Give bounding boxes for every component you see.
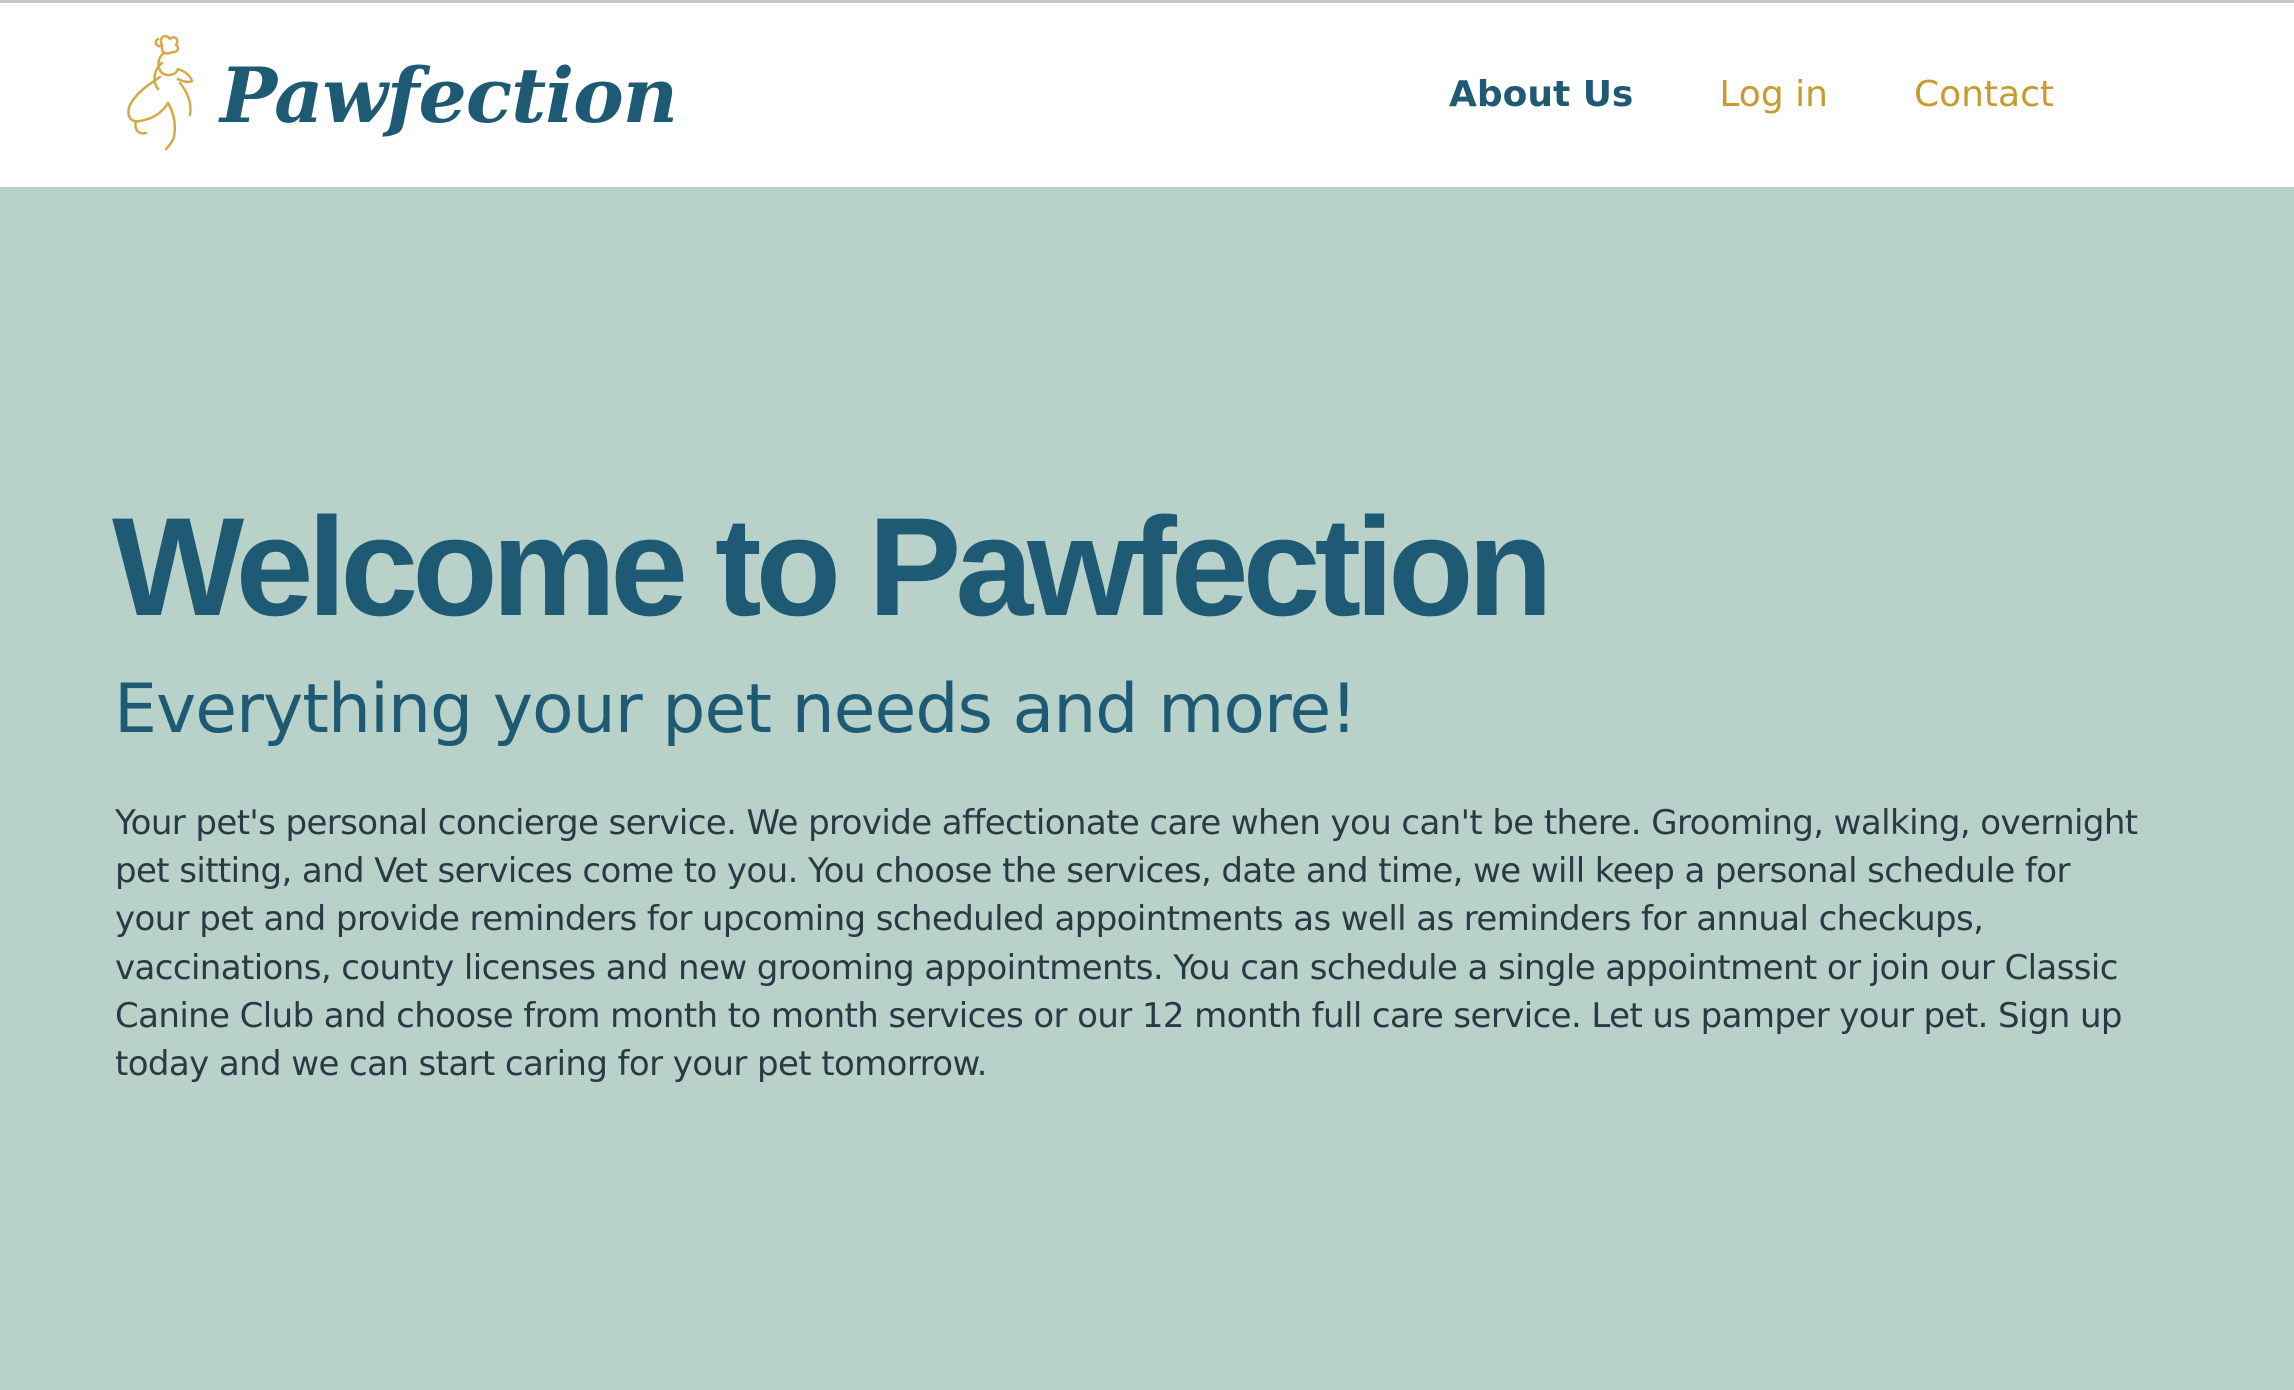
hero-title: Welcome to Pawfection xyxy=(112,488,1553,645)
hero-subtitle: Everything your pet needs and more! xyxy=(114,670,1357,749)
nav-log-in[interactable]: Log in xyxy=(1719,65,1828,125)
main-nav: About Us Log in Contact xyxy=(1449,65,2054,125)
site-logo[interactable]: Pawfection xyxy=(118,33,678,153)
hero-section: Welcome to Pawfection Everything your pe… xyxy=(0,187,2294,1390)
poodle-icon xyxy=(127,34,194,151)
site-header: Pawfection About Us Log in Contact xyxy=(0,3,2294,187)
nav-about-us[interactable]: About Us xyxy=(1449,65,1633,125)
hero-description: Your pet's personal concierge service. W… xyxy=(115,803,2138,1085)
nav-contact[interactable]: Contact xyxy=(1914,65,2054,125)
logo-wordmark: Pawfection xyxy=(220,51,678,140)
